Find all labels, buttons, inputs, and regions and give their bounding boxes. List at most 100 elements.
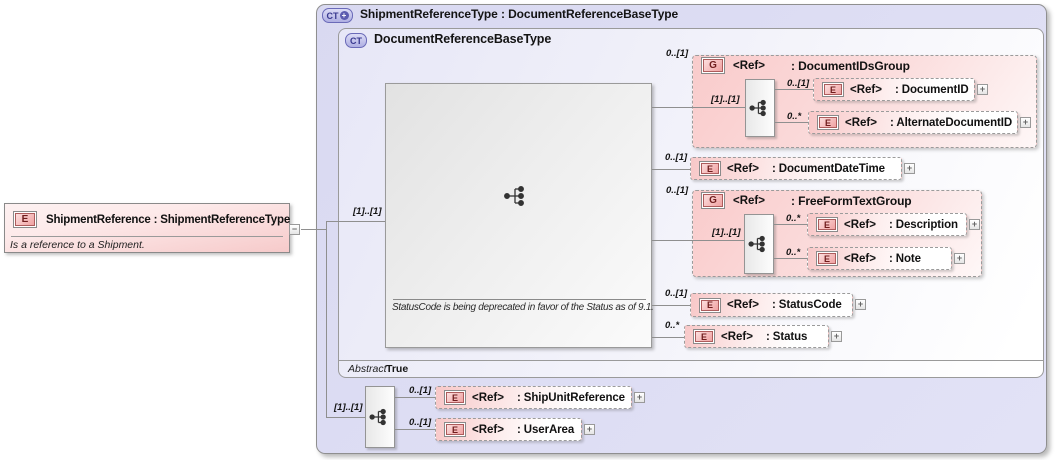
element-name: : StatusCode — [771, 299, 842, 311]
element-box-documentid[interactable]: E <Ref> : DocumentID — [813, 78, 975, 101]
ref-label: <Ref> — [844, 252, 876, 265]
cardinality-label: 0..[1] — [409, 417, 432, 428]
ref-label: <Ref> — [727, 162, 759, 175]
group-icon: G — [701, 57, 725, 74]
content-model-cardinality: [1]..[1] — [353, 206, 382, 217]
cardinality-label: 0..[1] — [787, 78, 810, 89]
element-name: : Note — [888, 252, 921, 265]
element-box-statuscode[interactable]: E <Ref> : StatusCode — [690, 293, 853, 317]
expand-button[interactable]: + — [969, 219, 980, 230]
expand-button[interactable]: + — [1020, 117, 1031, 128]
connector-line — [652, 305, 690, 306]
element-box-note[interactable]: E <Ref> : Note — [807, 247, 952, 270]
collapse-button[interactable]: − — [289, 224, 300, 235]
extension-cardinality: [1]..[1] — [334, 402, 363, 413]
schema-diagram: CT + ShipmentReferenceType : DocumentRef… — [0, 0, 1055, 460]
expand-button[interactable]: + — [584, 424, 595, 435]
connector-line — [326, 417, 365, 418]
ref-label: <Ref> — [844, 218, 876, 231]
connector-line — [692, 240, 744, 241]
element-icon: E — [13, 211, 37, 228]
ref-label: <Ref> — [733, 59, 765, 72]
abstract-label: Abstract — [348, 363, 387, 375]
sequence-box[interactable] — [744, 214, 774, 274]
complex-type-icon[interactable]: CT — [345, 33, 367, 48]
element-icon: E — [444, 390, 466, 405]
cardinality-label: 0..* — [787, 111, 802, 122]
element-icon: E — [699, 297, 721, 313]
deprecation-divider — [393, 299, 646, 300]
cardinality-label: 0..* — [665, 320, 680, 331]
element-icon: E — [817, 115, 839, 130]
deprecation-note: StatusCode is being deprecated in favor … — [392, 302, 654, 313]
root-element-annotation: Is a reference to a Shipment. — [10, 239, 145, 251]
element-name: : AlternateDocumentID — [889, 116, 1013, 129]
connector-line — [395, 397, 435, 398]
root-element-box[interactable]: E ShipmentReference : ShipmentReferenceT… — [4, 203, 290, 253]
expand-button[interactable]: + — [634, 392, 645, 403]
element-name: : UserArea — [516, 423, 575, 436]
element-box-shipunitreference[interactable]: E <Ref> : ShipUnitReference — [435, 386, 632, 409]
element-box-alternatedocumentid[interactable]: E <Ref> : AlternateDocumentID — [808, 111, 1018, 134]
sequence-icon — [504, 186, 524, 206]
ref-label: <Ref> — [845, 116, 877, 129]
element-icon: E — [816, 251, 838, 266]
connector-line — [774, 258, 807, 259]
element-box-documentdatetime[interactable]: E <Ref> : DocumentDateTime — [690, 157, 902, 180]
element-icon: E — [822, 82, 844, 97]
connector-line — [692, 107, 745, 108]
cardinality-label: 0..[1] — [409, 385, 432, 396]
plus-badge-icon: + — [339, 11, 349, 20]
expand-button[interactable]: + — [904, 163, 915, 174]
connector-line — [301, 229, 326, 230]
ct-icon-label: CT — [350, 35, 362, 46]
ref-label: <Ref> — [472, 391, 504, 404]
connector-line — [326, 221, 385, 222]
element-icon: E — [444, 422, 466, 437]
connector-line — [395, 429, 435, 430]
cardinality-label: 0..* — [786, 247, 801, 258]
element-name: : DocumentID — [894, 83, 969, 96]
element-icon: E — [816, 217, 838, 232]
element-name: : Description — [888, 218, 958, 231]
element-name: : ShipUnitReference — [516, 391, 625, 404]
expand-button[interactable]: + — [855, 299, 866, 310]
connector-line — [652, 240, 692, 241]
outer-container-title: ShipmentReferenceType : DocumentReferenc… — [360, 7, 679, 21]
cardinality-label: 0..[1] — [665, 152, 688, 163]
abstract-divider — [339, 360, 1043, 361]
element-name: : DocumentDateTime — [771, 162, 885, 175]
ct-icon-label: CT — [326, 10, 339, 21]
connector-line — [326, 221, 327, 418]
sequence-box[interactable] — [745, 79, 775, 137]
expand-button[interactable]: + — [831, 331, 842, 342]
cardinality-label: 0..[1] — [666, 48, 689, 59]
complex-type-plus-icon[interactable]: CT + — [322, 8, 353, 23]
connector-line — [775, 89, 813, 90]
sequence-icon — [748, 235, 765, 253]
cardinality-label: [1]..[1] — [712, 227, 741, 238]
connector-line — [652, 169, 690, 170]
cardinality-label: 0..[1] — [666, 185, 689, 196]
group-name: : DocumentIDsGroup — [790, 58, 910, 73]
element-box-description[interactable]: E <Ref> : Description — [807, 213, 967, 236]
connector-line — [652, 107, 692, 108]
inner-container-title: DocumentReferenceBaseType — [374, 32, 552, 46]
sequence-box[interactable] — [365, 386, 395, 448]
connector-line — [774, 224, 807, 225]
connector-line — [775, 122, 808, 123]
cardinality-label: [1]..[1] — [711, 94, 740, 105]
connector-line — [652, 337, 684, 338]
ref-label: <Ref> — [733, 194, 765, 207]
expand-button[interactable]: + — [954, 253, 965, 264]
sequence-icon — [369, 408, 386, 426]
expand-button[interactable]: + — [977, 84, 988, 95]
element-box-status[interactable]: E <Ref> : Status — [684, 325, 829, 348]
root-element-title: ShipmentReference : ShipmentReferenceTyp… — [46, 213, 291, 226]
sequence-icon — [749, 99, 766, 117]
ref-label: <Ref> — [721, 330, 753, 343]
element-icon: E — [693, 329, 715, 344]
element-box-userarea[interactable]: E <Ref> : UserArea — [435, 418, 582, 441]
group-name: : FreeFormTextGroup — [790, 193, 912, 208]
element-icon: E — [699, 161, 721, 176]
